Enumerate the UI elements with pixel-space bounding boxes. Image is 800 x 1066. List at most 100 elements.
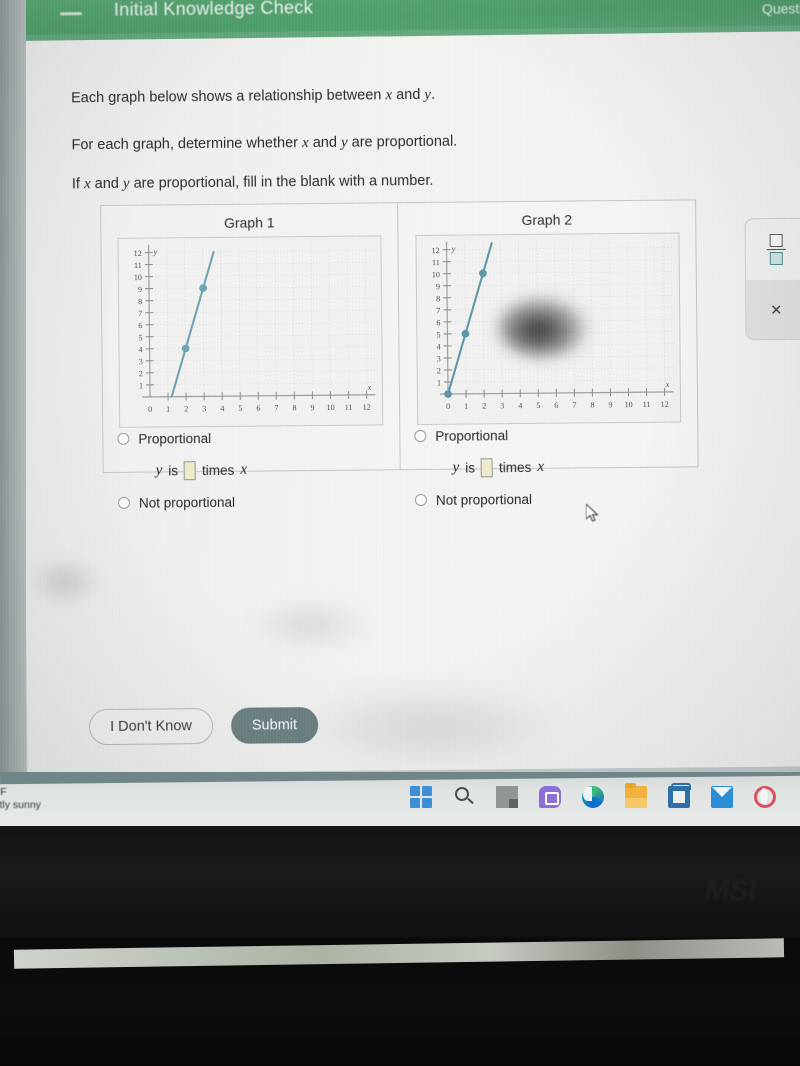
graph-2-title: Graph 2 bbox=[521, 211, 573, 229]
svg-text:12: 12 bbox=[134, 249, 142, 258]
graph-2-option-proportional[interactable]: Proportional bbox=[414, 422, 682, 447]
i-dont-know-button[interactable]: I Don't Know bbox=[88, 707, 214, 746]
prompt-line-3-c: are proportional, fill in the blank with… bbox=[129, 172, 434, 192]
graph-2-svg: 1234567891011120 1 2 3 4 5 6 7 8 9 10 11 12yx bbox=[416, 233, 680, 425]
svg-text:11: 11 bbox=[431, 258, 439, 267]
svg-text:5: 5 bbox=[536, 401, 540, 410]
graph-2-radio-proportional[interactable] bbox=[414, 429, 427, 443]
svg-text:3: 3 bbox=[436, 354, 440, 363]
svg-text:11: 11 bbox=[642, 400, 650, 409]
windows-taskbar: °F rtly sunny bbox=[0, 772, 800, 830]
laptop-reflection-strip bbox=[13, 938, 785, 969]
task-view-icon[interactable] bbox=[496, 786, 518, 808]
mouse-cursor-icon bbox=[586, 504, 599, 522]
svg-text:x: x bbox=[664, 380, 669, 389]
file-explorer-icon[interactable] bbox=[625, 783, 647, 808]
prompt-line-2: For each graph, determine whether x and … bbox=[71, 132, 711, 154]
fraction-tool-button[interactable] bbox=[745, 219, 800, 281]
svg-text:11: 11 bbox=[134, 261, 142, 270]
svg-text:8: 8 bbox=[138, 297, 142, 306]
svg-text:1: 1 bbox=[166, 405, 170, 414]
mail-icon[interactable] bbox=[711, 786, 733, 808]
prompt-line-2-a: For each graph, determine whether bbox=[71, 135, 303, 154]
graph-1-fill-y: y bbox=[155, 461, 163, 479]
graph-1-blank-input[interactable] bbox=[183, 460, 197, 480]
svg-text:7: 7 bbox=[274, 404, 278, 413]
prompt-line-3-a: If bbox=[71, 176, 85, 193]
prompt-line-2-b: and bbox=[308, 134, 342, 152]
math-tools-toolbar: × bbox=[744, 217, 800, 341]
svg-text:12: 12 bbox=[363, 403, 371, 412]
graph-1-label-proportional: Proportional bbox=[138, 430, 212, 447]
svg-text:9: 9 bbox=[138, 285, 142, 294]
graph-2-option-not-proportional[interactable]: Not proportional bbox=[414, 486, 683, 511]
svg-text:6: 6 bbox=[138, 321, 142, 330]
svg-text:4: 4 bbox=[518, 401, 522, 410]
question-prompt: Each graph below shows a relationship be… bbox=[71, 85, 712, 202]
graph-1-title: Graph 1 bbox=[223, 214, 275, 231]
graph-2-fill-is: is bbox=[465, 459, 476, 476]
graph-2-label-not-proportional: Not proportional bbox=[435, 491, 533, 508]
start-icon[interactable] bbox=[410, 786, 432, 808]
weather-widget[interactable]: °F rtly sunny bbox=[0, 786, 41, 812]
svg-text:3: 3 bbox=[139, 357, 143, 366]
msi-brand-logo: MSI bbox=[704, 874, 756, 907]
svg-text:6: 6 bbox=[256, 404, 260, 413]
svg-text:6: 6 bbox=[554, 401, 558, 410]
graph-1-fill-is: is bbox=[168, 462, 179, 478]
svg-text:8: 8 bbox=[436, 294, 440, 303]
prompt-line-3: If x and y are proportional, fill in the… bbox=[72, 171, 712, 192]
svg-text:5: 5 bbox=[138, 333, 142, 342]
page-title: Initial Knowledge Check bbox=[113, 0, 314, 20]
opera-browser-icon[interactable] bbox=[754, 786, 776, 808]
svg-text:11: 11 bbox=[345, 403, 353, 412]
svg-text:10: 10 bbox=[134, 273, 142, 282]
times-tool-button[interactable]: × bbox=[746, 279, 800, 341]
submit-button[interactable]: Submit bbox=[230, 706, 319, 744]
graph-2-column: Graph 2 1 2 3 4 5 6 7 8 9 10 11 12 0 1 2 3 4 5 6 7 8 9 10 11 12 y… bbox=[398, 200, 698, 507]
hamburger-icon[interactable] bbox=[59, 12, 82, 16]
svg-text:4: 4 bbox=[220, 404, 224, 413]
action-buttons: I Don't Know Submit bbox=[88, 706, 319, 746]
graph-1-fill-row: y is times x bbox=[156, 458, 386, 480]
graph-2-fill-times: times bbox=[498, 459, 532, 475]
svg-text:0: 0 bbox=[446, 402, 450, 411]
microsoft-store-icon[interactable] bbox=[668, 783, 691, 808]
graph-1-radio-not-proportional[interactable] bbox=[117, 496, 131, 509]
svg-text:2: 2 bbox=[139, 369, 143, 378]
graph-1-option-not-proportional[interactable]: Not proportional bbox=[117, 489, 386, 514]
svg-text:5: 5 bbox=[238, 404, 242, 413]
svg-text:1: 1 bbox=[139, 381, 143, 390]
graph-2-fill-y: y bbox=[452, 459, 460, 476]
graph-2-chart: 1 2 3 4 5 6 7 8 9 10 11 12 0 1 2 3 4 5 6 7 8 9 10 11 12 y x bbox=[414, 232, 681, 426]
svg-text:12: 12 bbox=[660, 400, 668, 409]
weather-condition: rtly sunny bbox=[0, 799, 41, 812]
svg-text:12: 12 bbox=[431, 246, 439, 255]
svg-text:8: 8 bbox=[590, 400, 594, 409]
edge-browser-icon[interactable] bbox=[582, 786, 604, 808]
svg-text:3: 3 bbox=[500, 401, 504, 410]
chat-icon[interactable] bbox=[539, 786, 561, 808]
prompt-line-2-c: are proportional. bbox=[347, 133, 458, 151]
taskbar-icons bbox=[410, 783, 776, 808]
graph-1-radio-proportional[interactable] bbox=[117, 432, 130, 445]
svg-text:7: 7 bbox=[436, 306, 440, 315]
svg-text:y: y bbox=[153, 247, 158, 256]
graph-1-option-proportional[interactable]: Proportional bbox=[117, 425, 385, 450]
search-icon[interactable] bbox=[453, 786, 475, 808]
svg-text:7: 7 bbox=[138, 309, 142, 318]
graph-1-column: Graph 1 1 2 3 4 5 6 7 8 9 10 11 12 0 1 2 3 4 5 6 7 8 9 10 11 12 y… bbox=[101, 203, 401, 510]
svg-text:y: y bbox=[450, 244, 455, 253]
graph-2-blank-input[interactable] bbox=[480, 457, 494, 477]
photo-of-laptop-screen: Each graph below shows a relationship be… bbox=[0, 0, 800, 1066]
graph-2-fill-row: y is times x bbox=[453, 455, 683, 477]
graph-2-radio-not-proportional[interactable] bbox=[414, 493, 428, 507]
laptop-bottom-bezel: MSI bbox=[0, 826, 800, 941]
svg-text:4: 4 bbox=[139, 345, 143, 354]
svg-text:10: 10 bbox=[327, 403, 335, 412]
svg-text:3: 3 bbox=[202, 404, 206, 413]
prompt-line-1-a: Each graph below shows a relationship be… bbox=[71, 87, 386, 107]
graph-2-answers: Proportional y is times x Not proportion… bbox=[414, 422, 683, 511]
quiz-page-surface: Each graph below shows a relationship be… bbox=[20, 26, 800, 774]
graph-1-fill-times: times bbox=[202, 462, 235, 478]
